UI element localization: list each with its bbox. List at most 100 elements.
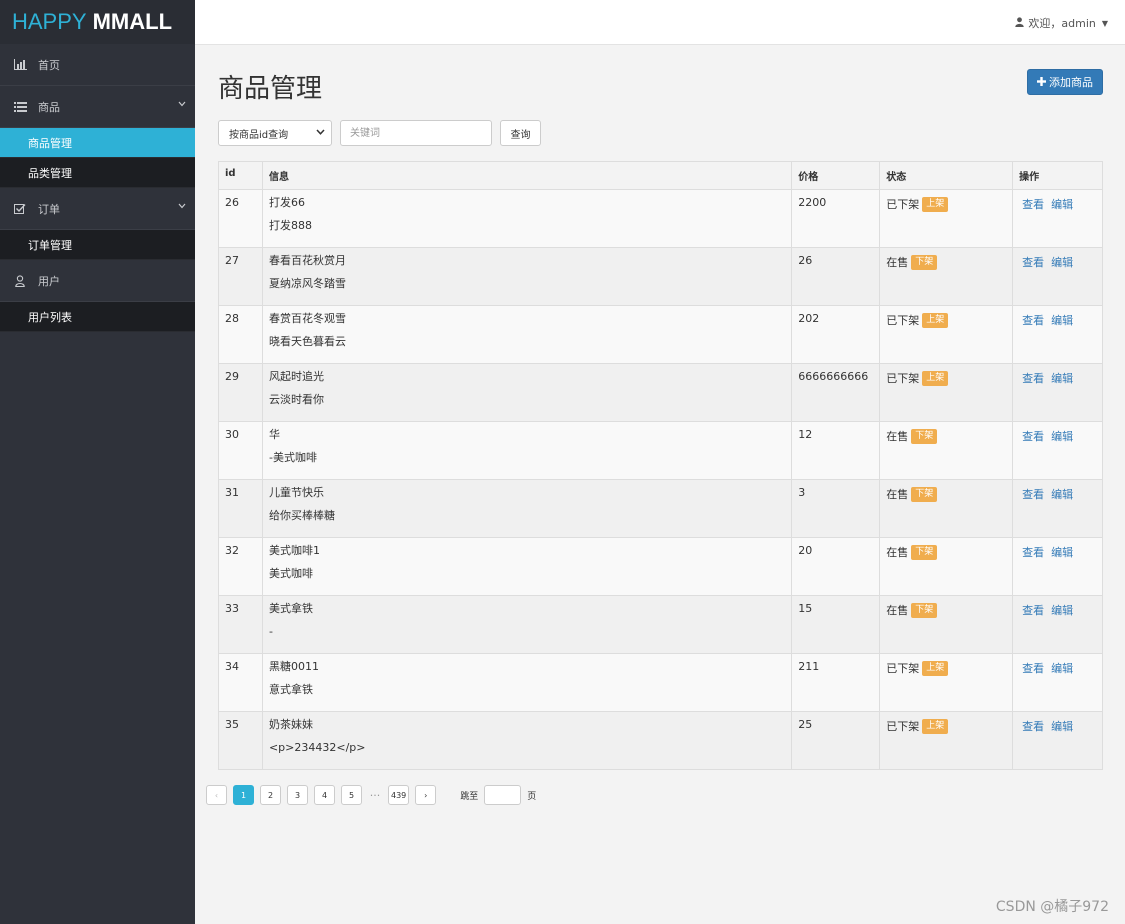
cell-status: 已下架 上架 xyxy=(879,189,1014,248)
toggle-status-button[interactable]: 上架 xyxy=(922,660,949,676)
edit-link[interactable]: 编辑 xyxy=(1051,662,1073,675)
cell-price: 25 xyxy=(791,711,881,770)
toggle-status-button[interactable]: 下架 xyxy=(911,602,938,618)
edit-link[interactable]: 编辑 xyxy=(1051,546,1073,559)
cell-price: 26 xyxy=(791,247,881,306)
cell-id: 26 xyxy=(218,189,263,248)
sidebar-item-user-list[interactable]: 用户列表 xyxy=(0,302,195,332)
view-link[interactable]: 查看 xyxy=(1022,372,1044,385)
view-link[interactable]: 查看 xyxy=(1022,198,1044,211)
product-name: 奶茶妹妹 xyxy=(268,718,313,731)
column-header-actions: 操作 xyxy=(1012,161,1103,190)
page-title: 商品管理 xyxy=(218,74,323,104)
cell-status: 已下架 上架 xyxy=(879,363,1014,422)
page-button-last[interactable]: 439 xyxy=(388,785,410,805)
sidebar-item-label: 订单 xyxy=(38,202,60,216)
jump-suffix: 页 xyxy=(527,791,537,802)
sidebar-item-product-management[interactable]: 商品管理 xyxy=(0,128,195,158)
cell-actions: 查看 编辑 xyxy=(1012,537,1103,596)
edit-link[interactable]: 编辑 xyxy=(1051,604,1073,617)
prev-page-button[interactable]: ‹ xyxy=(206,785,227,805)
product-subtitle: 晓看天色暮看云 xyxy=(268,335,346,348)
cell-actions: 查看 编辑 xyxy=(1012,653,1103,712)
edit-link[interactable]: 编辑 xyxy=(1051,488,1073,501)
edit-link[interactable]: 编辑 xyxy=(1051,314,1073,327)
page-button-1[interactable]: 1 xyxy=(233,785,254,805)
cell-info: 春赏百花冬观雪 晓看天色暮看云 xyxy=(261,305,793,364)
edit-link[interactable]: 编辑 xyxy=(1051,198,1073,211)
toggle-status-button[interactable]: 上架 xyxy=(922,370,949,386)
user-icon xyxy=(1015,16,1025,30)
sidebar-item-home[interactable]: 首页 xyxy=(0,44,195,86)
sidebar-item-order[interactable]: 订单 xyxy=(0,188,195,230)
next-page-button[interactable]: › xyxy=(415,785,437,805)
cell-actions: 查看 编辑 xyxy=(1012,479,1103,538)
cell-info: 美式咖啡1 美式咖啡 xyxy=(261,537,793,596)
cell-actions: 查看 编辑 xyxy=(1012,421,1103,480)
product-subtitle: 云淡时看你 xyxy=(268,393,324,406)
sidebar-item-label: 商品 xyxy=(38,100,60,114)
view-link[interactable]: 查看 xyxy=(1022,488,1044,501)
toggle-status-button[interactable]: 下架 xyxy=(911,486,938,502)
toggle-status-button[interactable]: 下架 xyxy=(911,428,938,444)
brand-logo[interactable]: HAPPY MMALL xyxy=(0,0,195,44)
view-link[interactable]: 查看 xyxy=(1022,256,1044,269)
view-link[interactable]: 查看 xyxy=(1022,546,1044,559)
view-link[interactable]: 查看 xyxy=(1022,662,1044,675)
sidebar-item-user[interactable]: 用户 xyxy=(0,260,195,302)
page-button-3[interactable]: 3 xyxy=(287,785,308,805)
sidebar-item-label: 品类管理 xyxy=(28,166,72,180)
caret-down-icon: ▼ xyxy=(1101,18,1108,28)
cell-actions: 查看 编辑 xyxy=(1012,247,1103,306)
add-product-button[interactable]: 添加商品 xyxy=(1027,69,1103,95)
page-button-4[interactable]: 4 xyxy=(314,785,335,805)
cell-price: 12 xyxy=(791,421,881,480)
cell-price: 202 xyxy=(791,305,881,364)
query-button[interactable]: 查询 xyxy=(500,120,541,146)
page-button-5[interactable]: 5 xyxy=(341,785,362,805)
cell-id: 35 xyxy=(218,711,263,770)
main-content: 商品管理 添加商品 按商品id查询 查询 id 信息 价格 状态 操作 xyxy=(195,46,1125,924)
view-link[interactable]: 查看 xyxy=(1022,314,1044,327)
keyword-input[interactable] xyxy=(340,120,492,146)
sidebar-item-order-management[interactable]: 订单管理 xyxy=(0,230,195,260)
cell-info: 华 -美式咖啡 xyxy=(261,421,793,480)
view-link[interactable]: 查看 xyxy=(1022,720,1044,733)
cell-actions: 查看 编辑 xyxy=(1012,711,1103,770)
table-row: 26 打发66 打发888 2200 已下架 上架 查看 编辑 xyxy=(218,189,1103,248)
jump-page-input[interactable] xyxy=(484,785,522,805)
edit-link[interactable]: 编辑 xyxy=(1051,256,1073,269)
sidebar-item-product[interactable]: 商品 xyxy=(0,86,195,128)
toggle-status-button[interactable]: 上架 xyxy=(922,718,949,734)
sidebar-item-category-management[interactable]: 品类管理 xyxy=(0,158,195,188)
product-subtitle: 夏纳凉风冬踏雪 xyxy=(268,277,346,290)
cell-price: 2200 xyxy=(791,189,881,248)
page-ellipsis: ··· xyxy=(369,788,381,802)
toggle-status-button[interactable]: 上架 xyxy=(922,196,949,212)
toggle-status-button[interactable]: 下架 xyxy=(911,254,938,270)
cell-info: 风起时追光 云淡时看你 xyxy=(261,363,793,422)
edit-link[interactable]: 编辑 xyxy=(1051,720,1073,733)
edit-link[interactable]: 编辑 xyxy=(1051,430,1073,443)
table-row: 34 黑糖0011 意式拿铁 211 已下架 上架 查看 编辑 xyxy=(218,653,1103,712)
edit-link[interactable]: 编辑 xyxy=(1051,372,1073,385)
plus-icon xyxy=(1037,76,1046,89)
toggle-status-button[interactable]: 下架 xyxy=(911,544,938,560)
product-name: 打发66 xyxy=(268,196,305,209)
table-row: 33 美式拿铁 -15 在售 下架 查看 编辑 xyxy=(218,595,1103,654)
view-link[interactable]: 查看 xyxy=(1022,604,1044,617)
toggle-status-button[interactable]: 上架 xyxy=(922,312,949,328)
status-text: 在售 xyxy=(886,546,909,559)
view-link[interactable]: 查看 xyxy=(1022,430,1044,443)
chevron-down-icon xyxy=(316,128,325,138)
cell-id: 34 xyxy=(218,653,263,712)
product-subtitle: 给你买棒棒糖 xyxy=(268,509,335,522)
add-product-label: 添加商品 xyxy=(1049,76,1093,89)
user-menu[interactable]: 欢迎，admin ▼ xyxy=(1015,15,1108,31)
search-type-select[interactable]: 按商品id查询 xyxy=(218,120,332,146)
page-button-2[interactable]: 2 xyxy=(260,785,281,805)
status-text: 在售 xyxy=(886,430,909,443)
cell-id: 32 xyxy=(218,537,263,596)
cell-id: 29 xyxy=(218,363,263,422)
product-table: id 信息 价格 状态 操作 26 打发66 打发888 2200 已下架 上架 查看 编辑 2… xyxy=(218,161,1103,770)
